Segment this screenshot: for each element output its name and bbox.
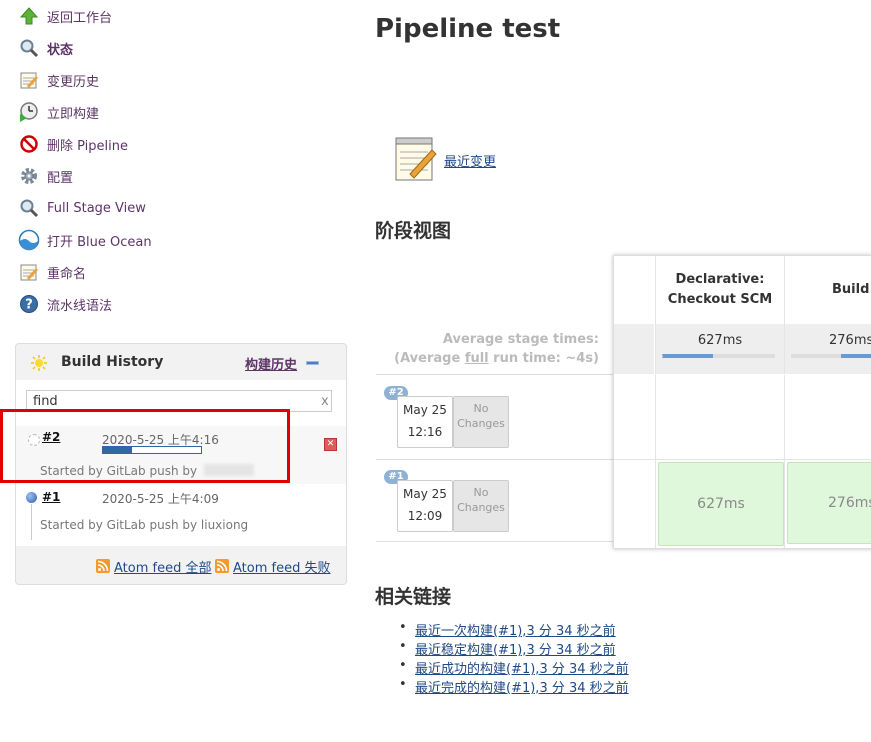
stage-avg-cell: 276ms [784,324,871,374]
sidebar-item-rename[interactable]: 重命名 [18,260,86,284]
stage-avg-cell: 627ms [655,324,784,374]
row-divider [376,541,616,542]
stage-cell-empty [784,375,871,460]
clock-play-icon [18,101,40,123]
blue-ocean-icon [18,229,40,251]
sidebar-item-status[interactable]: 状态 [18,36,73,60]
sun-weather-icon [30,354,48,376]
stage-header: Declarative: Checkout SCM [655,256,784,324]
stage-avg-bar [791,354,871,358]
sidebar-item-full-stage-view[interactable]: Full Stage View [18,196,146,220]
sidebar-item-label: Full Stage View [47,200,146,216]
magnifier-icon [18,37,40,59]
related-link[interactable]: 最近稳定构建(#1),3 分 34 秒之前 [415,643,616,658]
rss-icon [96,559,110,577]
build-cause: Started by GitLab push by liuxiong [40,518,249,532]
sidebar-item-delete-pipeline[interactable]: 删除 Pipeline [18,132,128,156]
build-date: 2020-5-25 上午4:09 [102,492,219,506]
sidebar-item-label: 立即构建 [47,106,100,122]
stage-cell-success[interactable]: 276ms [787,462,871,544]
related-link[interactable]: 最近一次构建(#1),3 分 34 秒之前 [415,624,616,639]
sidebar-item-label: 状态 [47,42,74,58]
row-divider [376,459,616,460]
related-link[interactable]: 最近完成的构建(#1),3 分 34 秒之前 [415,681,629,696]
stage-cell-wrap: 276ms [784,460,871,548]
sidebar-item-configure[interactable]: 配置 [18,164,73,188]
timeline-line [31,504,32,540]
average-times-label: Average stage times: (Average full run t… [376,330,599,368]
sidebar-item-changes[interactable]: 变更历史 [18,68,99,92]
stage-header: Build [784,256,871,324]
sidebar-item-pipeline-syntax[interactable]: ? 流水线语法 [18,292,112,316]
stage-avg-spacer [614,324,654,374]
page-title: Pipeline test [375,14,561,44]
list-item: 最近完成的构建(#1),3 分 34 秒之前 [397,677,629,696]
average-stage-times: Average stage times: [442,332,599,347]
help-icon: ? [18,293,40,315]
no-changes-box: No Changes [453,396,509,448]
sidebar-item-label: 流水线语法 [47,298,113,314]
related-link[interactable]: 最近成功的构建(#1),3 分 34 秒之前 [415,662,629,677]
atom-feed-all-link[interactable]: Atom feed 全部 [114,557,211,576]
build-history-title: Build History [61,354,164,370]
list-item: 最近一次构建(#1),3 分 34 秒之前 [397,620,629,639]
row-divider [376,374,616,375]
list-item: 最近成功的构建(#1),3 分 34 秒之前 [397,658,629,677]
arrow-up-icon [18,5,40,27]
build-status-success-icon [26,492,37,503]
build-link[interactable]: #1 [42,490,60,504]
list-item: 最近稳定构建(#1),3 分 34 秒之前 [397,639,629,658]
notepad-icon [18,261,40,283]
sidebar-item-label: 删除 Pipeline [47,138,129,154]
magnifier-icon [18,197,40,219]
clear-search-icon[interactable]: x [321,394,329,409]
sidebar-item-label: 重命名 [47,266,87,282]
rss-icon [215,559,229,577]
no-entry-icon [18,133,40,155]
stage-view-table: Declarative: Checkout SCM Build 627ms 276… [613,255,871,549]
gear-icon [18,165,40,187]
sidebar-item-back-to-dashboard[interactable]: 返回工作台 [18,4,112,28]
stage-cell-wrap: 627ms [655,460,784,548]
stage-view-heading: 阶段视图 [375,220,452,242]
atom-feed-failures-link[interactable]: Atom feed 失败 [233,557,330,576]
sidebar-item-build-now[interactable]: 立即构建 [18,100,99,124]
stage-cell-empty [655,375,784,460]
stage-cell-success[interactable]: 627ms [658,462,784,546]
related-links-list: 最近一次构建(#1),3 分 34 秒之前 最近稳定构建(#1),3 分 34 … [397,620,629,696]
related-links-heading: 相关链接 [375,586,452,608]
sidebar-item-label: 返回工作台 [47,10,113,26]
svg-text:?: ? [25,298,33,313]
notepad-icon [394,136,438,186]
run-date-box: May 25 12:09 [397,480,453,532]
no-changes-box: No Changes [453,480,509,532]
abort-build-icon[interactable]: ✕ [324,438,337,451]
sidebar-item-open-blue-ocean[interactable]: 打开 Blue Ocean [18,228,152,252]
notepad-icon [18,69,40,91]
run-date-box: May 25 12:16 [397,396,453,448]
recent-changes-link[interactable]: 最近变更 [444,151,496,170]
stage-avg-bar [662,354,775,358]
sidebar-item-label: 配置 [47,170,74,186]
collapse-icon[interactable] [307,362,318,364]
average-run-time: (Average full run time: ~4s) [394,351,599,366]
highlight-box [0,409,290,483]
sidebar-item-label: 打开 Blue Ocean [47,234,152,250]
build-history-trend-link[interactable]: 构建历史 [245,354,297,373]
sidebar-item-label: 变更历史 [47,74,100,90]
